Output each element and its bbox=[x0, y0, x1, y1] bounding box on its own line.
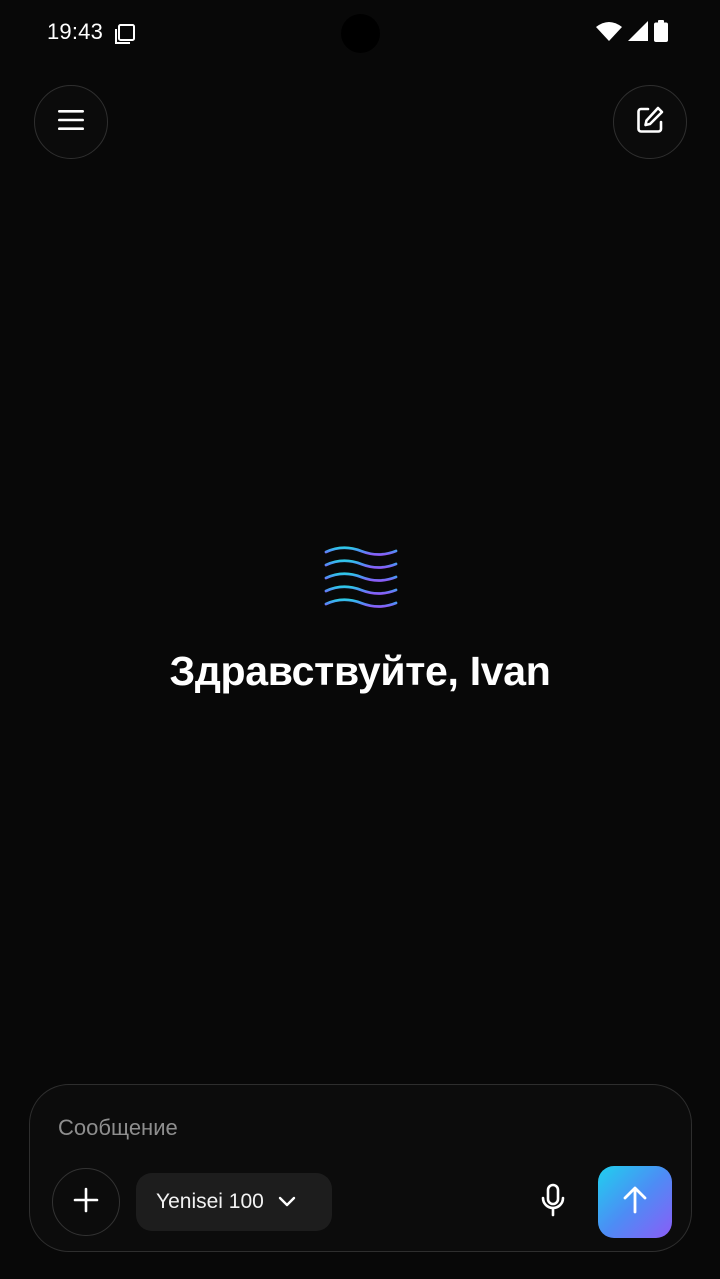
message-input[interactable] bbox=[56, 1109, 660, 1147]
microphone-icon bbox=[540, 1183, 566, 1222]
edit-icon bbox=[635, 105, 665, 140]
hamburger-icon bbox=[57, 108, 85, 137]
wifi-icon bbox=[596, 21, 622, 46]
chevron-down-icon bbox=[278, 1196, 296, 1208]
camera-cutout bbox=[341, 14, 380, 53]
arrow-up-icon bbox=[621, 1185, 649, 1220]
model-selector[interactable]: Yenisei 100 bbox=[136, 1173, 332, 1231]
plus-icon bbox=[73, 1187, 99, 1218]
send-button[interactable] bbox=[598, 1166, 672, 1238]
status-bar: 19:43 bbox=[0, 0, 720, 66]
greeting-title: Здравствуйте, Ivan bbox=[169, 648, 551, 694]
signal-icon bbox=[628, 21, 648, 46]
attach-button[interactable] bbox=[52, 1168, 120, 1236]
screenshot-icon bbox=[114, 23, 136, 45]
microphone-button[interactable] bbox=[536, 1182, 570, 1222]
battery-icon bbox=[654, 20, 668, 47]
status-time: 19:43 bbox=[47, 19, 104, 44]
message-composer: Yenisei 100 bbox=[29, 1084, 692, 1252]
menu-button[interactable] bbox=[34, 85, 108, 159]
new-chat-button[interactable] bbox=[613, 85, 687, 159]
model-label: Yenisei 100 bbox=[156, 1190, 264, 1213]
waves-logo-icon bbox=[322, 544, 400, 612]
